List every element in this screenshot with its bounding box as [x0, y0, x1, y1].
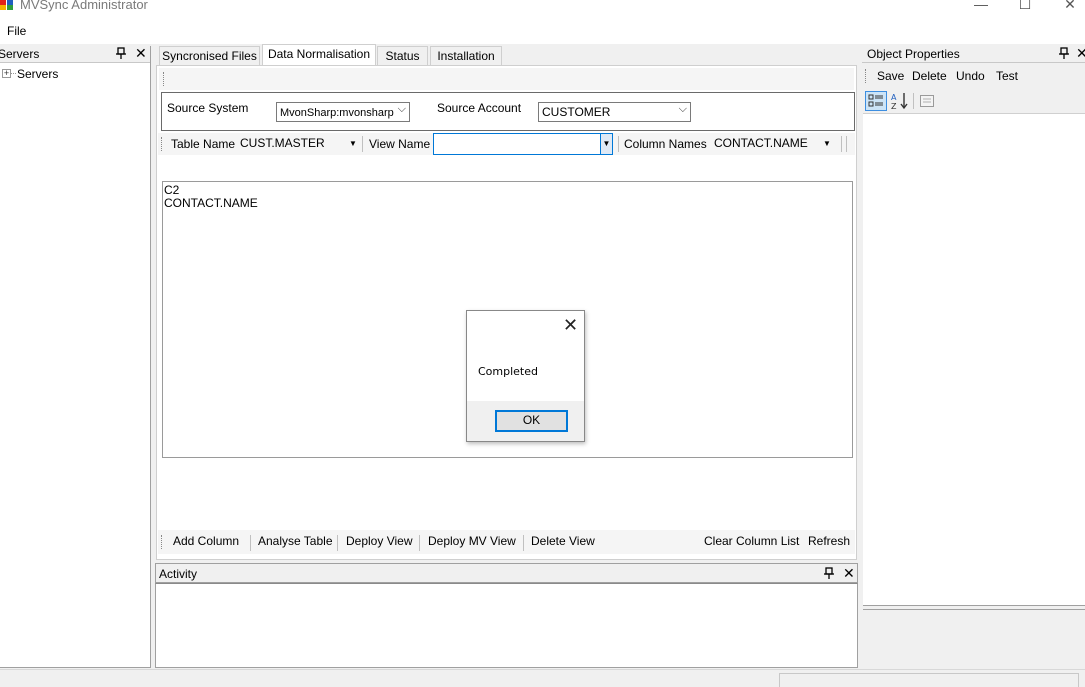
toolbar-grip[interactable] [865, 69, 868, 83]
clear-column-list-button[interactable]: Clear Column List [704, 534, 799, 548]
pin-icon[interactable] [115, 46, 127, 61]
tree-node-servers[interactable]: Servers [17, 67, 58, 81]
column-names-label: Column Names [624, 137, 707, 151]
chevron-down-icon: ⌵ [397, 103, 406, 115]
source-account-select[interactable]: CUSTOMER ⌵ [538, 102, 691, 122]
toolbar-separator [913, 93, 914, 109]
properties-pane-close-icon[interactable]: ✕ [1076, 45, 1085, 61]
action-toolbar: Add Column Analyse Table Deploy View Dep… [158, 530, 855, 554]
toolbar-separator [523, 535, 524, 551]
delete-button[interactable]: Delete [912, 69, 947, 83]
toolbar-grip[interactable] [161, 535, 164, 549]
source-system-select[interactable]: MvonSharp:mvonsharp ⌵ [276, 102, 410, 122]
toolbar-separator [419, 535, 420, 551]
property-description-panel [863, 609, 1085, 668]
toolbar-separator [841, 136, 842, 152]
source-group: Source System MvonSharp:mvonsharp ⌵ Sour… [161, 92, 855, 131]
analyse-table-button[interactable]: Analyse Table [258, 534, 333, 548]
activity-pane-close-icon[interactable]: ✕ [843, 565, 855, 581]
list-item[interactable]: C2 [164, 184, 851, 197]
tree-connector [11, 73, 16, 74]
servers-pane-header: Servers ✕ [0, 45, 150, 63]
column-names-value: CONTACT.NAME [714, 136, 808, 150]
table-name-label: Table Name [171, 137, 236, 151]
categorized-icon[interactable] [865, 91, 887, 111]
pin-icon[interactable] [1058, 46, 1070, 61]
test-button[interactable]: Test [996, 69, 1018, 83]
dropdown-arrow-icon: ▼ [823, 139, 831, 148]
servers-pane-close-icon[interactable]: ✕ [135, 45, 147, 61]
activity-pane-title: Activity [159, 567, 198, 581]
add-column-button[interactable]: Add Column [173, 534, 239, 548]
property-grid[interactable] [863, 113, 1085, 606]
properties-toolbar: Save Delete Undo Test [862, 65, 1085, 87]
properties-pane-title: Object Properties [867, 47, 960, 61]
window-close-icon[interactable]: ✕ [1055, 0, 1085, 12]
servers-pane: Servers ✕ + Servers [0, 45, 151, 668]
source-system-label: Source System [167, 101, 249, 115]
properties-pane-header: Object Properties ✕ [862, 45, 1085, 63]
window-title: MVSync Administrator [20, 0, 148, 12]
toolbar-separator [362, 136, 363, 152]
title-bar: MVSync Administrator — ☐ ✕ [0, 0, 1085, 19]
source-system-value: MvonSharp:mvonsharp [280, 107, 394, 119]
maximize-icon[interactable]: ☐ [1010, 0, 1040, 12]
table-name-value: CUST.MASTER [240, 136, 325, 150]
toolbar-grip[interactable] [161, 137, 164, 151]
source-account-value: CUSTOMER [542, 105, 611, 119]
activity-pane: Activity ✕ [155, 563, 858, 668]
ok-button[interactable]: OK [495, 410, 568, 432]
pin-icon[interactable] [823, 566, 835, 581]
delete-view-button[interactable]: Delete View [531, 534, 595, 548]
toolbar-separator [846, 136, 847, 152]
app-icon [0, 0, 13, 10]
properties-icon-toolbar: A Z [862, 89, 1085, 113]
deploy-mv-view-button[interactable]: Deploy MV View [428, 534, 516, 548]
status-panel [779, 673, 1079, 687]
svg-text:A: A [891, 93, 897, 102]
sort-alphabetical-icon[interactable]: A Z [890, 91, 910, 111]
tab-status[interactable]: Status [377, 46, 428, 65]
menu-bar: File [0, 19, 1085, 44]
completed-dialog: ✕ Completed OK [466, 310, 585, 442]
object-properties-pane: Object Properties ✕ Save Delete Undo Tes… [862, 45, 1085, 668]
save-button[interactable]: Save [877, 69, 904, 83]
tree-expand-icon[interactable]: + [2, 69, 11, 78]
toolbar-separator [250, 535, 251, 551]
deploy-view-button[interactable]: Deploy View [346, 534, 412, 548]
tab-installation[interactable]: Installation [430, 46, 502, 65]
dialog-body: ✕ Completed [467, 311, 584, 401]
table-name-select[interactable]: CUST.MASTER ▼ [237, 133, 359, 154]
toolbar-separator [337, 535, 338, 551]
refresh-button[interactable]: Refresh [808, 534, 850, 548]
list-item[interactable]: CONTACT.NAME [164, 197, 851, 210]
chevron-down-icon: ⌵ [678, 103, 687, 115]
property-pages-icon[interactable] [919, 93, 935, 109]
undo-button[interactable]: Undo [956, 69, 985, 83]
toolbar-separator [618, 136, 619, 152]
minimize-icon[interactable]: — [966, 0, 996, 12]
dropdown-arrow-icon[interactable]: ▼ [600, 134, 612, 154]
top-toolbar-strip [159, 68, 854, 90]
source-account-label: Source Account [437, 101, 522, 115]
status-bar [0, 669, 1085, 687]
dialog-message: Completed [478, 365, 538, 378]
view-name-label: View Name [369, 137, 431, 151]
dialog-close-icon[interactable]: ✕ [563, 316, 578, 334]
dropdown-arrow-icon: ▼ [349, 139, 357, 148]
activity-log[interactable] [155, 583, 858, 668]
column-names-select[interactable]: CONTACT.NAME ▼ [711, 133, 835, 154]
tab-syncronised-files[interactable]: Syncronised Files [159, 46, 260, 65]
tab-data-normalisation[interactable]: Data Normalisation [262, 44, 376, 66]
toolbar-grip[interactable] [163, 72, 166, 86]
menu-file[interactable]: File [7, 24, 26, 38]
svg-text:Z: Z [891, 102, 897, 111]
view-name-combobox[interactable]: ▼ [433, 133, 613, 155]
activity-pane-header: Activity ✕ [155, 563, 858, 583]
filter-toolbar: Table Name CUST.MASTER ▼ View Name ▼ Col… [158, 133, 855, 155]
servers-pane-title: Servers [0, 47, 40, 61]
